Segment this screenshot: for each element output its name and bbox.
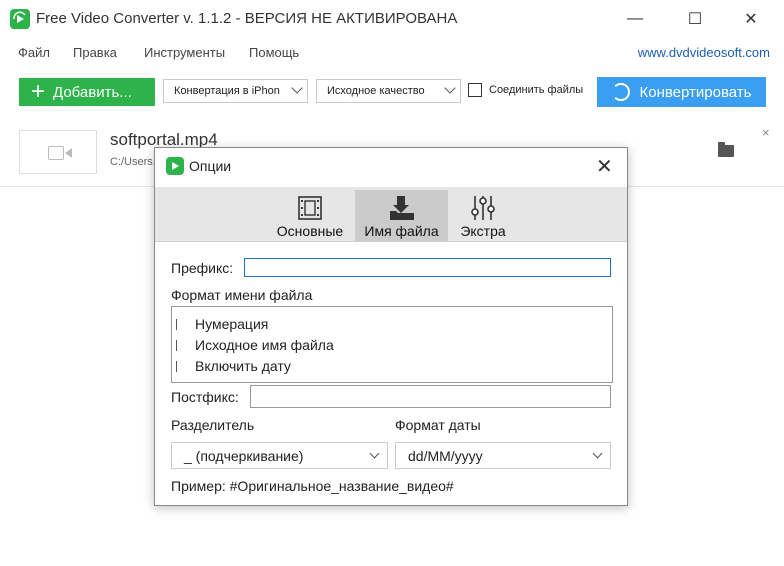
tab-general-label: Основные	[276, 223, 344, 239]
format-item-numbering: Нумерация	[195, 316, 269, 332]
sliders-icon	[470, 195, 496, 221]
download-folder-icon	[389, 195, 415, 221]
separator-value: _ (подчеркивание)	[184, 447, 304, 464]
preset-value: Конвертация в iPhon	[174, 85, 280, 97]
chevron-down-icon	[291, 82, 303, 94]
menu-tools[interactable]: Инструменты	[144, 45, 225, 60]
window-title: Free Video Converter v. 1.1.2 - ВЕРСИЯ Н…	[36, 10, 458, 27]
add-files-label: Добавить...	[53, 83, 132, 101]
date-format-select[interactable]: dd/MM/yyyy	[395, 442, 611, 469]
filename-format-label: Формат имени файла	[171, 287, 313, 303]
film-icon	[297, 195, 323, 221]
postfix-label: Постфикс:	[171, 389, 239, 405]
format-item-original-name: Исходное имя файла	[195, 337, 334, 353]
tab-general[interactable]: Основные	[270, 190, 350, 241]
merge-files-label[interactable]: Соединить файлы	[489, 84, 583, 96]
tab-filename-label: Имя файла	[364, 223, 439, 239]
minimize-button[interactable]: —	[612, 0, 658, 38]
chevron-down-icon	[444, 82, 456, 94]
menu-file[interactable]: Файл	[18, 45, 50, 60]
refresh-icon	[611, 83, 630, 101]
filename-example: Пример: #Оригинальное_название_видео#	[171, 478, 454, 494]
postfix-input[interactable]	[250, 385, 611, 408]
tab-extra[interactable]: Экстра	[452, 190, 514, 241]
menu-help[interactable]: Помощь	[249, 45, 299, 60]
tab-extra-label: Экстра	[460, 223, 506, 239]
convert-button[interactable]: Конвертировать	[597, 77, 766, 107]
list-item[interactable]: Включить дату	[176, 358, 291, 374]
website-link[interactable]: www.dvdvideosoft.com	[638, 45, 770, 60]
plus-icon: +	[31, 78, 46, 105]
merge-files-checkbox[interactable]	[468, 83, 482, 97]
format-item-date: Включить дату	[195, 358, 291, 374]
date-format-label: Формат даты	[395, 417, 481, 433]
video-camera-lens	[65, 148, 72, 158]
date-format-value: dd/MM/yyyy	[408, 447, 483, 464]
chevron-down-icon	[369, 448, 380, 459]
close-window-button[interactable]: ✕	[728, 0, 774, 38]
menu-edit[interactable]: Правка	[73, 45, 117, 60]
tab-filename[interactable]: Имя файла	[355, 190, 448, 241]
quality-value: Исходное качество	[327, 85, 425, 97]
separator-label: Разделитель	[171, 417, 255, 433]
dialog-close-button[interactable]: ✕	[596, 154, 613, 179]
list-item[interactable]: Исходное имя файла	[176, 337, 334, 353]
maximize-button[interactable]: ☐	[672, 0, 718, 38]
remove-file-button[interactable]: ×	[762, 125, 770, 140]
drag-handle-icon[interactable]	[176, 340, 177, 351]
app-logo-icon	[10, 9, 30, 29]
list-item[interactable]: Нумерация	[176, 316, 268, 332]
prefix-input[interactable]	[244, 258, 611, 277]
separator-select[interactable]: _ (подчеркивание)	[171, 442, 388, 469]
drag-handle-icon[interactable]	[176, 319, 177, 330]
preset-dropdown[interactable]: Конвертация в iPhon	[163, 79, 308, 103]
prefix-label: Префикс:	[171, 260, 234, 276]
quality-dropdown[interactable]: Исходное качество	[316, 79, 461, 103]
video-thumbnail	[19, 130, 97, 174]
video-camera-icon	[48, 146, 64, 160]
dialog-title: Опции	[189, 158, 232, 174]
add-files-button[interactable]: + Добавить...	[19, 78, 155, 106]
app-logo-icon	[166, 157, 184, 175]
chevron-down-icon	[592, 448, 603, 459]
folder-icon[interactable]	[718, 142, 734, 157]
drag-handle-icon[interactable]	[176, 361, 177, 372]
convert-label: Конвертировать	[639, 83, 752, 101]
